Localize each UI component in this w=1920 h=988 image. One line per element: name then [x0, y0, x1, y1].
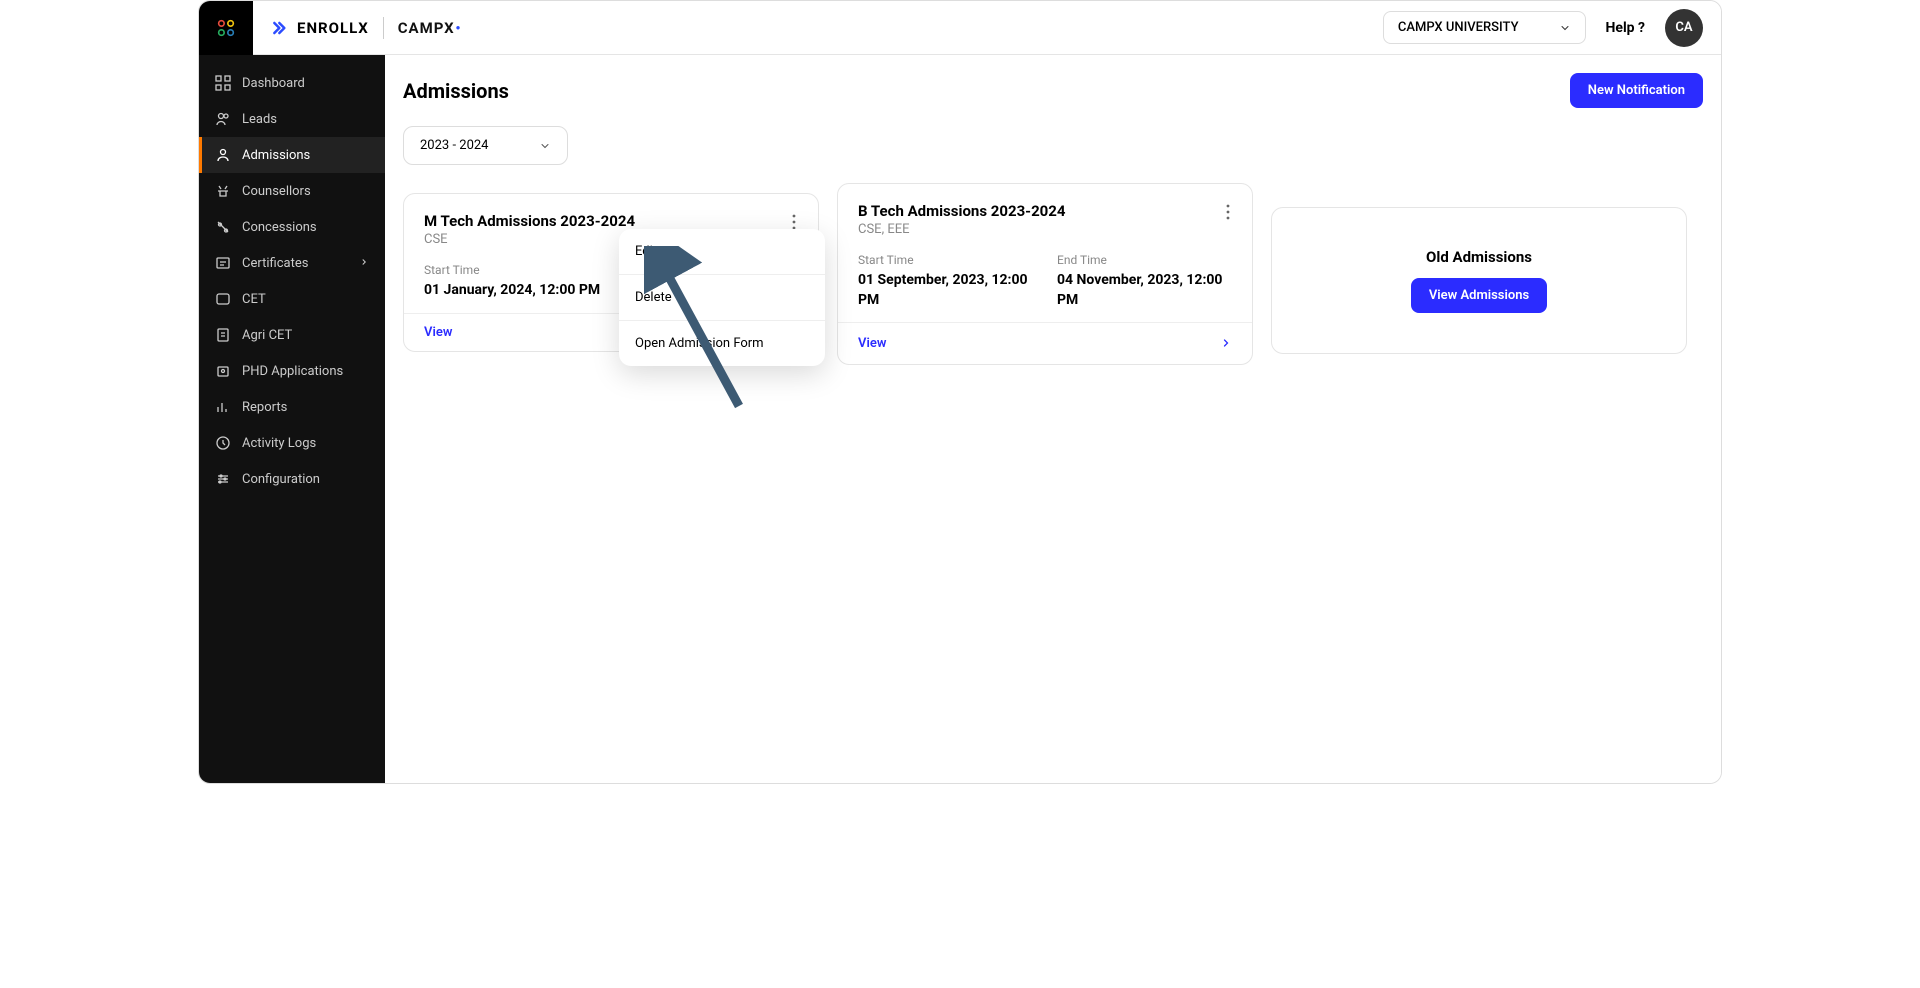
- sidebar-item-label: Reports: [242, 400, 287, 415]
- university-label: CAMPX UNIVERSITY: [1398, 20, 1519, 35]
- chevron-right-icon: [1220, 334, 1232, 353]
- app-launcher-icon[interactable]: [199, 1, 253, 55]
- activity-logs-icon: [215, 435, 231, 451]
- card-subtitle: CSE: [424, 232, 635, 247]
- enrollx-text: ENROLLX: [297, 19, 369, 37]
- card-title: B Tech Admissions 2023-2024: [858, 202, 1066, 220]
- campx-text: CAMPX: [398, 19, 455, 37]
- sidebar-item-concessions[interactable]: Concessions: [199, 209, 385, 245]
- old-admissions-title: Old Admissions: [1292, 248, 1666, 266]
- leads-icon: [215, 111, 231, 127]
- dashboard-icon: [215, 75, 231, 91]
- help-link[interactable]: Help ?: [1606, 20, 1645, 36]
- sidebar-item-label: Configuration: [242, 472, 320, 487]
- old-admissions-card: Old Admissions View Admissions: [1271, 207, 1687, 354]
- view-link[interactable]: View: [858, 336, 886, 351]
- card-menu-button[interactable]: [1224, 202, 1232, 226]
- start-time-label: Start Time: [858, 253, 1033, 267]
- sidebar-item-configuration[interactable]: Configuration: [199, 461, 385, 497]
- dots-vertical-icon: [1226, 204, 1230, 220]
- sidebar-item-phd[interactable]: PHD Applications: [199, 353, 385, 389]
- sidebar-item-label: Counsellors: [242, 184, 311, 199]
- chevron-down-icon: [1559, 22, 1571, 34]
- chevron-right-icon: [359, 256, 369, 271]
- new-notification-button[interactable]: New Notification: [1570, 73, 1703, 108]
- logo-area: ENROLLX CAMPX ●: [253, 17, 461, 39]
- page-header: Admissions New Notification: [403, 55, 1703, 116]
- page-title: Admissions: [403, 79, 509, 103]
- phd-icon: [215, 363, 231, 379]
- certificates-icon: [215, 255, 231, 271]
- agri-cet-icon: [215, 327, 231, 343]
- end-time-label: End Time: [1057, 253, 1232, 267]
- year-select[interactable]: 2023 - 2024: [403, 126, 568, 165]
- app-frame: ENROLLX CAMPX ● CAMPX UNIVERSITY Help ? …: [198, 0, 1722, 784]
- sidebar-item-leads[interactable]: Leads: [199, 101, 385, 137]
- sidebar-item-label: Certificates: [242, 256, 308, 271]
- body-row: Dashboard Leads Admissions Counsellors C…: [199, 55, 1721, 783]
- sidebar-item-label: Leads: [242, 112, 277, 127]
- end-time-value: 04 November, 2023, 12:00 PM: [1057, 271, 1232, 310]
- logo-campx: CAMPX ●: [398, 19, 462, 37]
- card-subtitle: CSE, EEE: [858, 222, 1066, 237]
- chevron-down-icon: [539, 140, 551, 152]
- card-title: M Tech Admissions 2023-2024: [424, 212, 635, 230]
- sidebar-item-label: Concessions: [242, 220, 317, 235]
- card-dropdown-menu: Edit Delete Open Admission Form: [619, 229, 825, 366]
- sidebar-item-admissions[interactable]: Admissions: [199, 137, 385, 173]
- counsellors-icon: [215, 183, 231, 199]
- admissions-icon: [215, 147, 231, 163]
- main-content: Admissions New Notification 2023 - 2024 …: [385, 55, 1721, 783]
- sidebar-item-dashboard[interactable]: Dashboard: [199, 65, 385, 101]
- configuration-icon: [215, 471, 231, 487]
- year-label: 2023 - 2024: [420, 138, 489, 153]
- view-admissions-button[interactable]: View Admissions: [1411, 278, 1547, 313]
- university-select[interactable]: CAMPX UNIVERSITY: [1383, 11, 1586, 44]
- sidebar-item-label: CET: [242, 292, 266, 307]
- sidebar-item-label: Dashboard: [242, 76, 305, 91]
- sidebar-item-label: Activity Logs: [242, 436, 316, 451]
- sidebar-item-cet[interactable]: CET: [199, 281, 385, 317]
- avatar[interactable]: CA: [1665, 9, 1703, 47]
- sidebar-item-label: Agri CET: [242, 328, 292, 343]
- concessions-icon: [215, 219, 231, 235]
- sidebar-item-certificates[interactable]: Certificates: [199, 245, 385, 281]
- logo-enrollx: ENROLLX: [271, 18, 369, 38]
- sidebar: Dashboard Leads Admissions Counsellors C…: [199, 55, 385, 783]
- start-time-value: 01 September, 2023, 12:00 PM: [858, 271, 1033, 310]
- cet-icon: [215, 291, 231, 307]
- sidebar-item-activity-logs[interactable]: Activity Logs: [199, 425, 385, 461]
- sidebar-item-label: Admissions: [242, 148, 310, 163]
- sidebar-item-label: PHD Applications: [242, 364, 343, 379]
- view-link[interactable]: View: [424, 325, 452, 340]
- logo-divider: [383, 17, 384, 39]
- sidebar-item-counsellors[interactable]: Counsellors: [199, 173, 385, 209]
- sidebar-item-reports[interactable]: Reports: [199, 389, 385, 425]
- menu-item-edit[interactable]: Edit: [619, 229, 825, 275]
- admission-card-btech: B Tech Admissions 2023-2024 CSE, EEE Sta…: [837, 183, 1253, 365]
- menu-item-open-form[interactable]: Open Admission Form: [619, 321, 825, 366]
- menu-item-delete[interactable]: Delete: [619, 275, 825, 321]
- cards-row: M Tech Admissions 2023-2024 CSE Start Ti…: [403, 183, 1703, 365]
- topbar: ENROLLX CAMPX ● CAMPX UNIVERSITY Help ? …: [199, 1, 1721, 55]
- reports-icon: [215, 399, 231, 415]
- sidebar-item-agri-cet[interactable]: Agri CET: [199, 317, 385, 353]
- dots-vertical-icon: [792, 214, 796, 230]
- topbar-right: CAMPX UNIVERSITY Help ? CA: [1383, 9, 1721, 47]
- enrollx-arrows-icon: [271, 18, 291, 38]
